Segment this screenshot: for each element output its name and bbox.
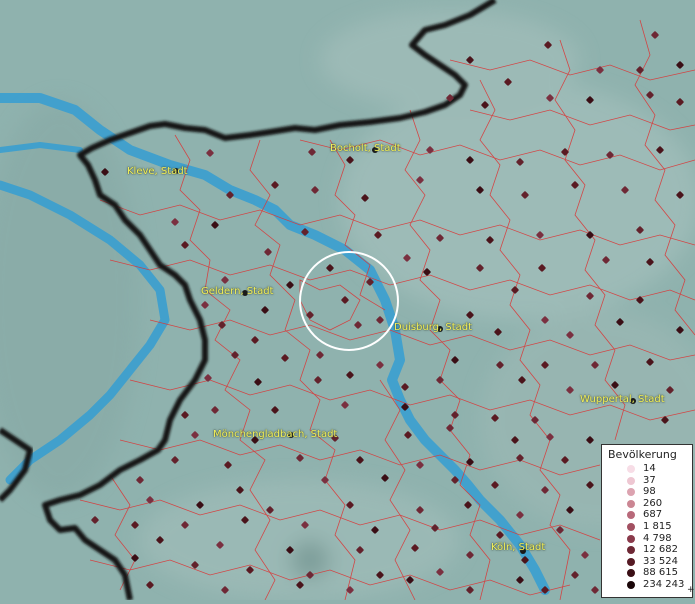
legend-title: Bevölkerung bbox=[608, 448, 677, 461]
city-label-duisburg[interactable]: Duisburg, Stadt bbox=[394, 322, 472, 333]
legend-plus-marker: + bbox=[687, 585, 695, 595]
legend-swatch bbox=[627, 534, 635, 543]
legend-label: 234 243 bbox=[643, 579, 685, 590]
legend-swatch bbox=[627, 569, 635, 578]
city-label-wuppertal[interactable]: Wuppertal, Stadt bbox=[580, 394, 665, 405]
legend-swatch bbox=[627, 465, 635, 473]
legend-swatch bbox=[627, 476, 635, 485]
legend-swatch bbox=[627, 523, 635, 531]
legend-swatch bbox=[627, 546, 635, 555]
city-label-moenchengladbach[interactable]: Mönchengladbach, Stadt bbox=[213, 429, 337, 440]
map-canvas[interactable] bbox=[0, 0, 695, 601]
legend-swatch bbox=[627, 557, 635, 566]
legend-swatch bbox=[627, 499, 635, 508]
legend-swatch bbox=[627, 581, 635, 589]
legend-row: 234 243 bbox=[602, 578, 692, 591]
city-label-koeln[interactable]: Köln, Stadt bbox=[491, 542, 545, 553]
population-legend: Bevölkerung 14 37 98 260 687 1 815 4 798 12 682… bbox=[601, 444, 695, 598]
city-label-bocholt[interactable]: Bocholt, Stadt bbox=[330, 143, 401, 154]
city-label-geldern[interactable]: Geldern, Stadt bbox=[201, 286, 273, 297]
city-label-kleve[interactable]: Kleve, Stadt bbox=[127, 166, 188, 177]
legend-swatch bbox=[627, 511, 635, 520]
map-svg[interactable] bbox=[0, 0, 695, 601]
legend-swatch bbox=[627, 488, 635, 497]
